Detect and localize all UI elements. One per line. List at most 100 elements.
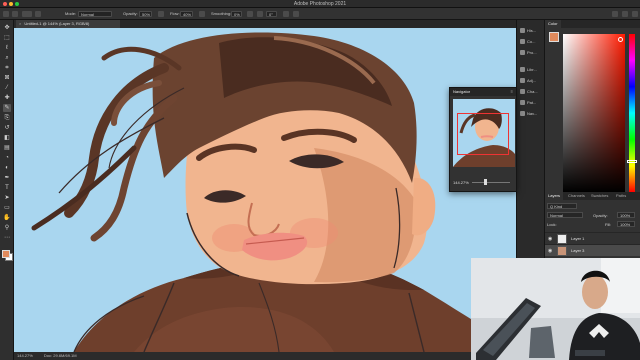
marquee-tool-icon[interactable]: ⬚ [3, 34, 11, 42]
layers-panel-tabs: Layers Channels Swatches Paths [545, 192, 640, 200]
panel-button-history[interactable]: His... [520, 26, 544, 35]
frame-tool-icon[interactable]: ⊠ [3, 74, 11, 82]
eraser-tool-icon[interactable]: ◧ [3, 134, 11, 142]
panel-button-adjustments[interactable]: Adj... [520, 76, 544, 85]
navigator-zoom-value[interactable]: 144.27% [453, 180, 469, 185]
workspace-icon[interactable] [622, 11, 628, 17]
document-tab[interactable]: × Untitled-1 @ 144% (Layer 3, RGB/8) [16, 20, 120, 28]
tab-swatches[interactable]: Swatches [588, 192, 611, 200]
smoothing-label: Smoothing: [211, 11, 232, 16]
pen-tool-icon[interactable]: ✒ [3, 174, 11, 182]
color-picker-field[interactable] [563, 34, 625, 192]
move-tool-icon[interactable]: ✥ [3, 24, 11, 32]
mode-label: Mode: [65, 11, 77, 16]
quick-select-tool-icon[interactable]: ⌕ [3, 54, 11, 62]
panel-button-comments[interactable]: Co... [520, 37, 544, 46]
panel-button-label: Co... [527, 39, 536, 44]
foreground-color-swatch[interactable] [549, 32, 559, 42]
navigator-zoom-slider[interactable] [472, 182, 510, 183]
symmetry-icon[interactable] [293, 11, 299, 17]
libraries-icon [520, 67, 525, 73]
panel-button-label: Adj... [527, 78, 537, 83]
webcam-overlay [471, 258, 640, 360]
toolbar-foreground-color[interactable] [2, 250, 10, 258]
mode-select[interactable]: Normal [78, 11, 112, 17]
blur-tool-icon[interactable]: ◔ [3, 154, 11, 162]
smoothing-field[interactable]: 0% [231, 11, 242, 17]
zoom-readout[interactable]: 144.27% [17, 353, 33, 358]
gradient-tool-icon[interactable]: ▤ [3, 144, 11, 152]
panel-button-libraries[interactable]: Libr... [520, 65, 544, 74]
photoshop-window: Adobe Photoshop 2021 Mode: Normal Opacit… [0, 0, 640, 360]
tab-layers[interactable]: Layers [545, 192, 564, 200]
navigator-header[interactable]: Navigator ≡ [450, 88, 516, 96]
layer-thumbnail [557, 234, 567, 244]
close-tab-icon[interactable]: × [19, 21, 21, 26]
panel-button-label: Nav... [527, 111, 538, 116]
visibility-eye-icon[interactable]: ◉ [548, 248, 554, 254]
hue-slider-handle[interactable] [627, 160, 637, 163]
navigator-view-box[interactable] [457, 113, 509, 155]
document-canvas[interactable] [14, 28, 516, 352]
visibility-eye-icon[interactable]: ◉ [548, 236, 554, 242]
smoothing-options-icon[interactable] [247, 11, 253, 17]
search-icon[interactable] [612, 11, 618, 17]
hand-tool-icon[interactable]: ✋ [3, 214, 11, 222]
blend-mode-select[interactable]: Normal [547, 212, 583, 218]
lasso-tool-icon[interactable]: ℓ [3, 44, 11, 52]
panel-button-paths[interactable]: Pat... [520, 98, 544, 107]
pressure-opacity-icon[interactable] [158, 11, 164, 17]
crop-tool-icon[interactable]: ⌗ [3, 64, 11, 72]
panel-button-label: Pat... [527, 100, 537, 105]
brush-preset-picker[interactable] [22, 11, 32, 17]
panel-button-channels[interactable]: Cha... [520, 87, 544, 96]
healing-brush-tool-icon[interactable]: ✚ [3, 94, 11, 102]
panel-button-label: His... [527, 28, 537, 33]
brush-tool-icon[interactable] [12, 11, 18, 17]
panel-button-label: Pro... [527, 50, 537, 55]
hue-slider[interactable] [629, 34, 635, 192]
airbrush-icon[interactable] [199, 11, 205, 17]
panel-button-navigator[interactable]: Nav... [520, 109, 544, 118]
brush-tool-icon[interactable]: ✎ [3, 104, 11, 112]
opacity-label: Opacity: [123, 11, 138, 16]
layer-name: Layer 3 [571, 248, 585, 253]
color-picker-ring[interactable] [618, 37, 623, 42]
layer-opacity-label: Opacity: [593, 213, 608, 218]
history-brush-tool-icon[interactable]: ↺ [3, 124, 11, 132]
more-tools-icon[interactable]: ⋯ [3, 234, 11, 242]
status-bar: 144.27% Doc: 29.6M/69.1M [14, 352, 516, 360]
layer-filter-row: Q Kind [547, 203, 639, 210]
panel-button-properties[interactable]: Pro... [520, 48, 544, 57]
clone-stamp-tool-icon[interactable]: ⎘ [3, 114, 11, 122]
type-tool-icon[interactable]: T [3, 184, 11, 192]
rectangle-tool-icon[interactable]: ▭ [3, 204, 11, 212]
navigator-preview[interactable] [453, 99, 515, 167]
layer-opacity-field[interactable]: 100% [617, 212, 635, 218]
flow-field[interactable]: 40% [180, 11, 193, 17]
panel-menu-icon[interactable]: ≡ [511, 88, 513, 96]
pressure-size-icon[interactable] [283, 11, 289, 17]
path-select-tool-icon[interactable]: ➤ [3, 194, 11, 202]
doc-size-readout[interactable]: Doc: 29.6M/69.1M [44, 353, 77, 358]
dodge-tool-icon[interactable]: ◐ [3, 164, 11, 172]
artwork [14, 28, 516, 352]
layer-row-layer-1[interactable]: ◉ Layer 1 [545, 232, 640, 244]
color-panel-tabs: Color [545, 20, 640, 28]
tab-paths[interactable]: Paths [613, 192, 629, 200]
fill-field[interactable]: 100% [617, 221, 635, 227]
zoom-tool-icon[interactable]: ⚲ [3, 224, 11, 232]
tab-color[interactable]: Color [545, 20, 561, 28]
navigator-panel[interactable]: Navigator ≡ 144.27% [449, 87, 517, 192]
layer-filter-kind[interactable]: Q Kind [547, 203, 577, 209]
tab-channels[interactable]: Channels [565, 192, 588, 200]
brush-settings-icon[interactable] [35, 11, 41, 17]
share-icon[interactable] [632, 11, 638, 17]
layer-row-layer-3[interactable]: ◉ Layer 3 [545, 244, 640, 256]
home-icon[interactable] [3, 11, 9, 17]
navigator-zoom-handle[interactable] [484, 179, 487, 185]
opacity-field[interactable]: 50% [139, 11, 152, 17]
angle-field[interactable]: 0° [266, 11, 277, 17]
comments-icon [520, 39, 525, 45]
eyedropper-tool-icon[interactable]: ⁄ [3, 84, 11, 92]
